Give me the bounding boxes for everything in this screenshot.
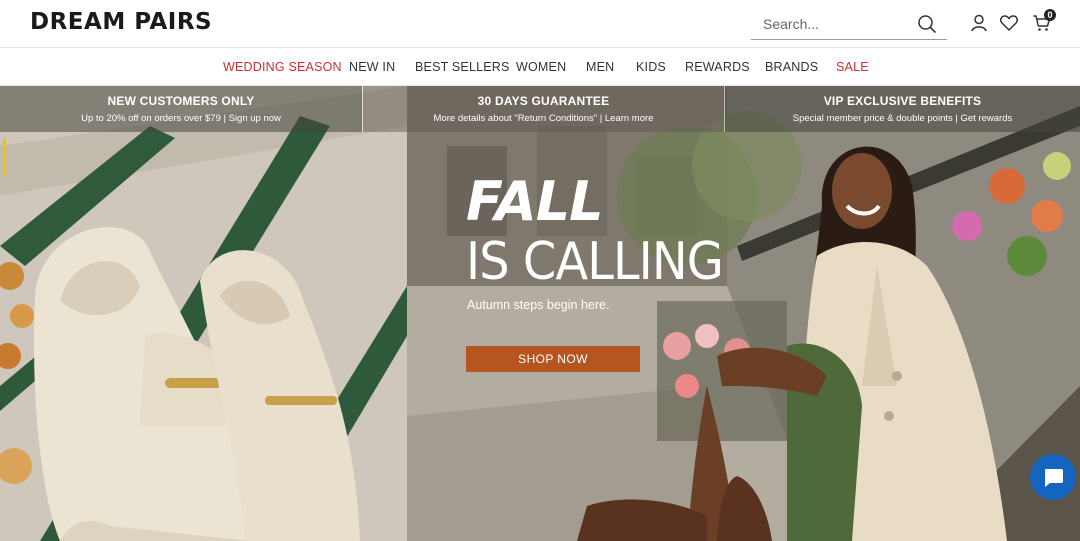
promo-30-days-guarantee[interactable]: 30 DAYS GUARANTEE More details about "Re… [363,86,724,132]
nav-item-women[interactable]: WOMEN [516,60,566,74]
hero-banner[interactable]: NEW CUSTOMERS ONLY Up to 20% off on orde… [0,86,1080,541]
hero-image-loafers [0,86,407,541]
nav-item-new-in[interactable]: NEW IN [349,60,395,74]
hero-headline-fall: FALL [466,170,604,233]
user-icon[interactable] [969,13,989,33]
search-box[interactable] [751,8,947,40]
brand-logo[interactable]: DREAM PAIRS [30,9,212,35]
nav-item-wedding-season[interactable]: WEDDING SEASON [223,60,342,74]
promo-subtitle[interactable]: Up to 20% off on orders over $79 | Sign … [0,113,362,124]
cart-count-badge: 0 [1044,9,1056,21]
shop-now-button[interactable]: SHOP NOW [466,346,640,372]
scroll-indicator [3,138,6,176]
search-input[interactable] [763,14,913,34]
hero-headline-is-calling: IS CALLING [466,232,724,292]
chat-button[interactable] [1030,454,1076,500]
hero-subtext: Autumn steps begin here. [467,298,610,312]
nav-item-rewards[interactable]: REWARDS [685,60,750,74]
chat-bubble-icon [1045,469,1063,487]
promo-title: 30 DAYS GUARANTEE [477,94,610,108]
promo-subtitle[interactable]: Special member price & double points | G… [725,113,1080,124]
nav-item-kids[interactable]: KIDS [636,60,666,74]
heart-icon[interactable] [999,13,1019,33]
promo-vip-benefits[interactable]: VIP EXCLUSIVE BENEFITS Special member pr… [725,86,1080,132]
site-header: DREAM PAIRS 0 [0,0,1080,48]
model-illustration [407,86,1080,541]
nav-item-best-sellers[interactable]: BEST SELLERS [415,60,510,74]
loafers-illustration [0,86,407,541]
promo-title: NEW CUSTOMERS ONLY [107,94,255,108]
nav-item-men[interactable]: MEN [586,60,614,74]
promo-subtitle[interactable]: More details about "Return Conditions" |… [363,113,724,124]
promo-bar: NEW CUSTOMERS ONLY Up to 20% off on orde… [0,86,1080,132]
promo-title: VIP EXCLUSIVE BENEFITS [823,94,982,108]
nav-item-sale[interactable]: SALE [836,60,869,74]
search-icon[interactable] [917,14,937,34]
hero-image-model [407,86,1080,541]
main-nav: WEDDING SEASON NEW IN BEST SELLERS WOMEN… [0,49,1080,86]
nav-item-brands[interactable]: BRANDS [765,60,818,74]
promo-new-customers[interactable]: NEW CUSTOMERS ONLY Up to 20% off on orde… [0,86,362,132]
